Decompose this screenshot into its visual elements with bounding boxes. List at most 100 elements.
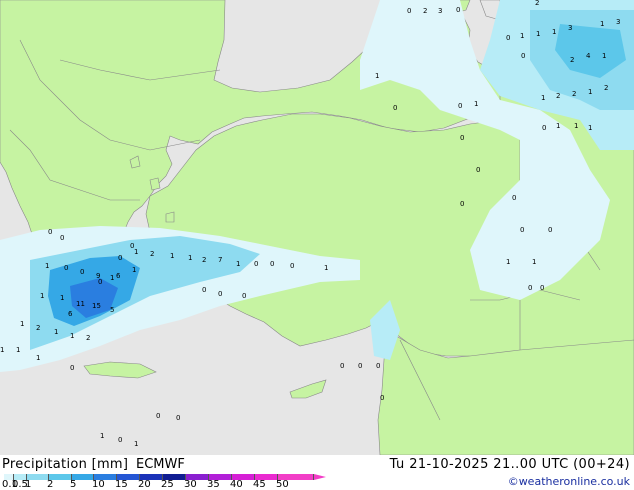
precip-value-label: 1 — [600, 20, 604, 28]
precip-value-label: 0 — [176, 414, 180, 422]
precip-value-label: 0 — [64, 264, 68, 272]
precip-value-label: 4 — [586, 52, 591, 60]
precip-value-label: 0 — [456, 6, 460, 14]
legend-label: 35 — [207, 479, 220, 490]
precip-value-label: 1 — [552, 28, 556, 36]
legend-label: 45 — [253, 479, 266, 490]
precip-value-label: 0 — [118, 436, 122, 444]
precip-value-label: 1 — [100, 432, 104, 440]
precip-value-label: 2 — [202, 256, 206, 264]
precip-value-label: 0 — [520, 226, 524, 234]
precip-value-label: 1 — [541, 94, 545, 102]
precip-value-label: 1 — [70, 332, 74, 340]
precipitation-map: 0 2 3 020 1 1 1 3 10 2 4 131 2 2 1 210 0 100 1 1 10000 01 10 00… — [0, 0, 634, 455]
precip-value-label: 2 — [535, 0, 539, 7]
precip-value-label: 1 — [536, 30, 540, 38]
valid-datetime: Tu 21-10-2025 21..00 UTC (00+24) — [389, 457, 630, 472]
precip-value-label: 11 — [76, 300, 85, 308]
precip-value-label: 0 — [407, 7, 411, 15]
precip-value-label: 0 — [242, 292, 246, 300]
precip-value-label: 0 — [393, 104, 397, 112]
precip-value-label: 0 — [540, 284, 544, 292]
precip-value-label: 0 — [48, 228, 52, 236]
precip-value-label: 0 — [512, 194, 516, 202]
precip-value-label: 1 — [54, 328, 58, 336]
precip-value-label: 0 — [521, 52, 525, 60]
precip-value-label: 6 — [68, 310, 73, 318]
precip-value-label: 0 — [156, 412, 160, 420]
legend-label: 20 — [138, 479, 151, 490]
precip-value-label: 1 — [236, 260, 240, 268]
precip-value-label: 1 — [588, 124, 592, 132]
precip-value-label: 0 — [290, 262, 294, 270]
precip-value-label: 0 — [380, 394, 384, 402]
precip-value-label: 1 — [556, 122, 560, 130]
precip-value-label: 0 — [506, 34, 510, 42]
precip-value-label: 1 — [602, 52, 606, 60]
precip-value-label: 0 — [542, 124, 546, 132]
precip-value-label: 3 — [568, 24, 572, 32]
precip-value-label: 0 — [60, 234, 64, 242]
precip-value-label: 1 — [0, 346, 4, 354]
model-name: ECMWF — [136, 457, 185, 472]
precip-value-label: 1 — [588, 88, 592, 96]
precip-value-label: 1 — [134, 440, 138, 448]
precip-value-label: 2 — [36, 324, 40, 332]
precip-value-label: 0 — [476, 166, 480, 174]
precip-value-label: 1 — [134, 248, 138, 256]
precip-value-label: 9 — [96, 272, 100, 280]
legend-label: 30 — [184, 479, 197, 490]
precip-value-label: 1 — [132, 266, 136, 274]
precip-value-label: 1 — [60, 294, 64, 302]
precip-value-label: 0 — [118, 254, 122, 262]
precip-value-label: 5 — [110, 306, 114, 314]
precip-value-label: 1 — [532, 258, 536, 266]
precip-value-label: 2 — [572, 90, 576, 98]
precip-value-label: 0 — [340, 362, 344, 370]
precip-value-label: 1 — [170, 252, 174, 260]
precip-value-label: 0 — [458, 102, 462, 110]
precip-value-label: 1 — [16, 346, 20, 354]
precip-value-label: 7 — [218, 256, 222, 264]
precip-value-label: 0 — [460, 134, 464, 142]
legend-labels: 0.1 0.5 1 2 5 10 15 20 25 30 35 40 45 50 — [0, 480, 340, 490]
legend-label: 5 — [70, 479, 77, 490]
precip-value-label: 0 — [270, 260, 274, 268]
legend-label: 15 — [115, 479, 128, 490]
legend-label: 50 — [276, 479, 289, 490]
precip-value-label: 0 — [80, 268, 84, 276]
credit-link[interactable]: ©weatheronline.co.uk — [508, 475, 630, 488]
precip-value-label: 0 — [202, 286, 206, 294]
precip-value-label: 1 — [375, 72, 379, 80]
map-footer: Precipitation [mm] ECMWF Tu 21-10-2025 2… — [0, 455, 634, 490]
precip-value-label: 2 — [86, 334, 90, 342]
precip-value-label: 2 — [570, 56, 574, 64]
precip-value-label: 2 — [423, 7, 427, 15]
legend-label: 10 — [92, 479, 105, 490]
legend-label: 25 — [161, 479, 174, 490]
precip-value-label: 1 — [40, 292, 44, 300]
precip-value-label: 2 — [150, 250, 154, 258]
precip-value-label: 2 — [556, 92, 560, 100]
map-title: Precipitation [mm] — [2, 457, 129, 472]
precip-value-label: 0 — [70, 364, 74, 372]
precip-value-label: 3 — [616, 18, 620, 26]
precip-value-label: 1 — [324, 264, 328, 272]
precip-value-label: 0 — [528, 284, 532, 292]
legend-label: 2 — [47, 479, 54, 490]
precip-value-label: 6 — [116, 272, 121, 280]
precip-value-label: 0 — [548, 226, 552, 234]
precip-value-label: 0 — [460, 200, 464, 208]
precip-value-label: 0 — [218, 290, 222, 298]
precip-value-label: 0 — [376, 362, 380, 370]
precip-value-label: 0 — [358, 362, 362, 370]
legend-label: 40 — [230, 479, 243, 490]
precip-value-label: 1 — [110, 274, 114, 282]
precip-value-label: 1 — [474, 100, 478, 108]
precip-value-label: 1 — [574, 122, 578, 130]
precip-value-label: 2 — [604, 84, 608, 92]
weather-map-view: 0230201113102413122121001001110000011000… — [0, 0, 634, 490]
precip-value-label: 1 — [520, 32, 524, 40]
precip-value-label: 0 — [254, 260, 258, 268]
precip-value-label: 3 — [438, 7, 442, 15]
